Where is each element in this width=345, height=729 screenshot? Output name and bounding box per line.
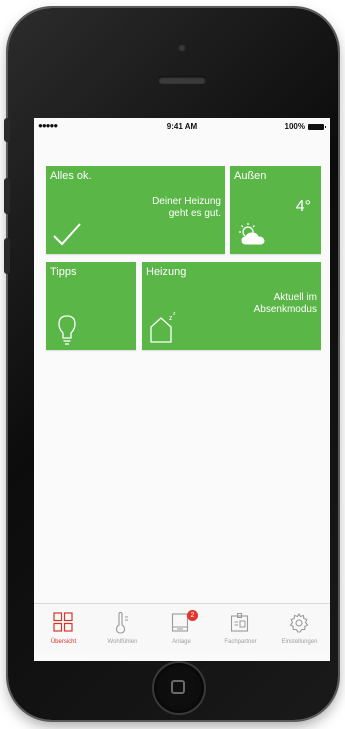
partly-cloudy-icon bbox=[239, 223, 265, 245]
notification-badge: 2 bbox=[187, 610, 198, 621]
checkmark-icon bbox=[53, 223, 81, 246]
tab-bar: Übersicht Wohlfühlen 2 Anlage Fachpartne… bbox=[34, 603, 330, 652]
heating-tile[interactable]: Heizung Aktuell im Absenkmodus z z bbox=[142, 262, 321, 350]
status-tile[interactable]: Alles ok. Deiner Heizung geht es gut. bbox=[46, 166, 225, 254]
tab-partner[interactable]: Fachpartner bbox=[211, 604, 270, 652]
battery-indicator: 100% bbox=[284, 122, 326, 131]
phone-frame: ●●●●● 9:41 AM 100% Alles ok. Deiner Heiz… bbox=[4, 8, 338, 720]
tab-label: Wohlfühlen bbox=[107, 639, 138, 645]
volume-down-button bbox=[4, 238, 10, 274]
tab-wellbeing[interactable]: Wohlfühlen bbox=[93, 604, 152, 652]
gear-icon bbox=[289, 612, 309, 633]
tips-tile-title: Tipps bbox=[50, 266, 77, 278]
battery-icon bbox=[308, 123, 326, 130]
home-button-square-icon bbox=[171, 680, 185, 694]
heating-tile-title: Heizung bbox=[146, 266, 187, 278]
tab-system[interactable]: 2 Anlage bbox=[152, 604, 211, 652]
heating-tile-message: Aktuell im Absenkmodus bbox=[253, 292, 317, 315]
outside-tile[interactable]: Außen 4° bbox=[230, 166, 321, 254]
status-tile-title: Alles ok. bbox=[50, 170, 92, 182]
tab-label: Anlage bbox=[172, 639, 191, 645]
tab-label: Fachpartner bbox=[224, 639, 257, 645]
mute-switch bbox=[4, 118, 10, 142]
home-button[interactable] bbox=[154, 663, 204, 713]
tab-label: Übersicht bbox=[50, 639, 77, 645]
tab-overview[interactable]: Übersicht bbox=[34, 604, 93, 652]
volume-up-button bbox=[4, 178, 10, 214]
tips-tile[interactable]: Tipps bbox=[46, 262, 136, 350]
tab-settings[interactable]: Einstellungen bbox=[270, 604, 329, 652]
status-bar: ●●●●● 9:41 AM 100% bbox=[34, 118, 330, 136]
outside-temperature: 4° bbox=[295, 198, 311, 215]
house-sleep-icon: z z bbox=[150, 311, 176, 343]
app-screen: ●●●●● 9:41 AM 100% Alles ok. Deiner Heiz… bbox=[34, 118, 330, 661]
grid-icon bbox=[53, 612, 73, 632]
outside-tile-title: Außen bbox=[234, 170, 267, 182]
svg-text:z: z bbox=[173, 311, 176, 317]
thermometer-icon bbox=[115, 612, 128, 634]
tab-label: Einstellungen bbox=[281, 639, 318, 645]
id-card-icon bbox=[230, 613, 249, 632]
earpiece-speaker bbox=[158, 76, 206, 84]
battery-percent: 100% bbox=[284, 122, 305, 131]
front-camera bbox=[178, 44, 186, 52]
lightbulb-icon bbox=[58, 315, 76, 345]
status-tile-message: Deiner Heizung geht es gut. bbox=[152, 196, 221, 219]
